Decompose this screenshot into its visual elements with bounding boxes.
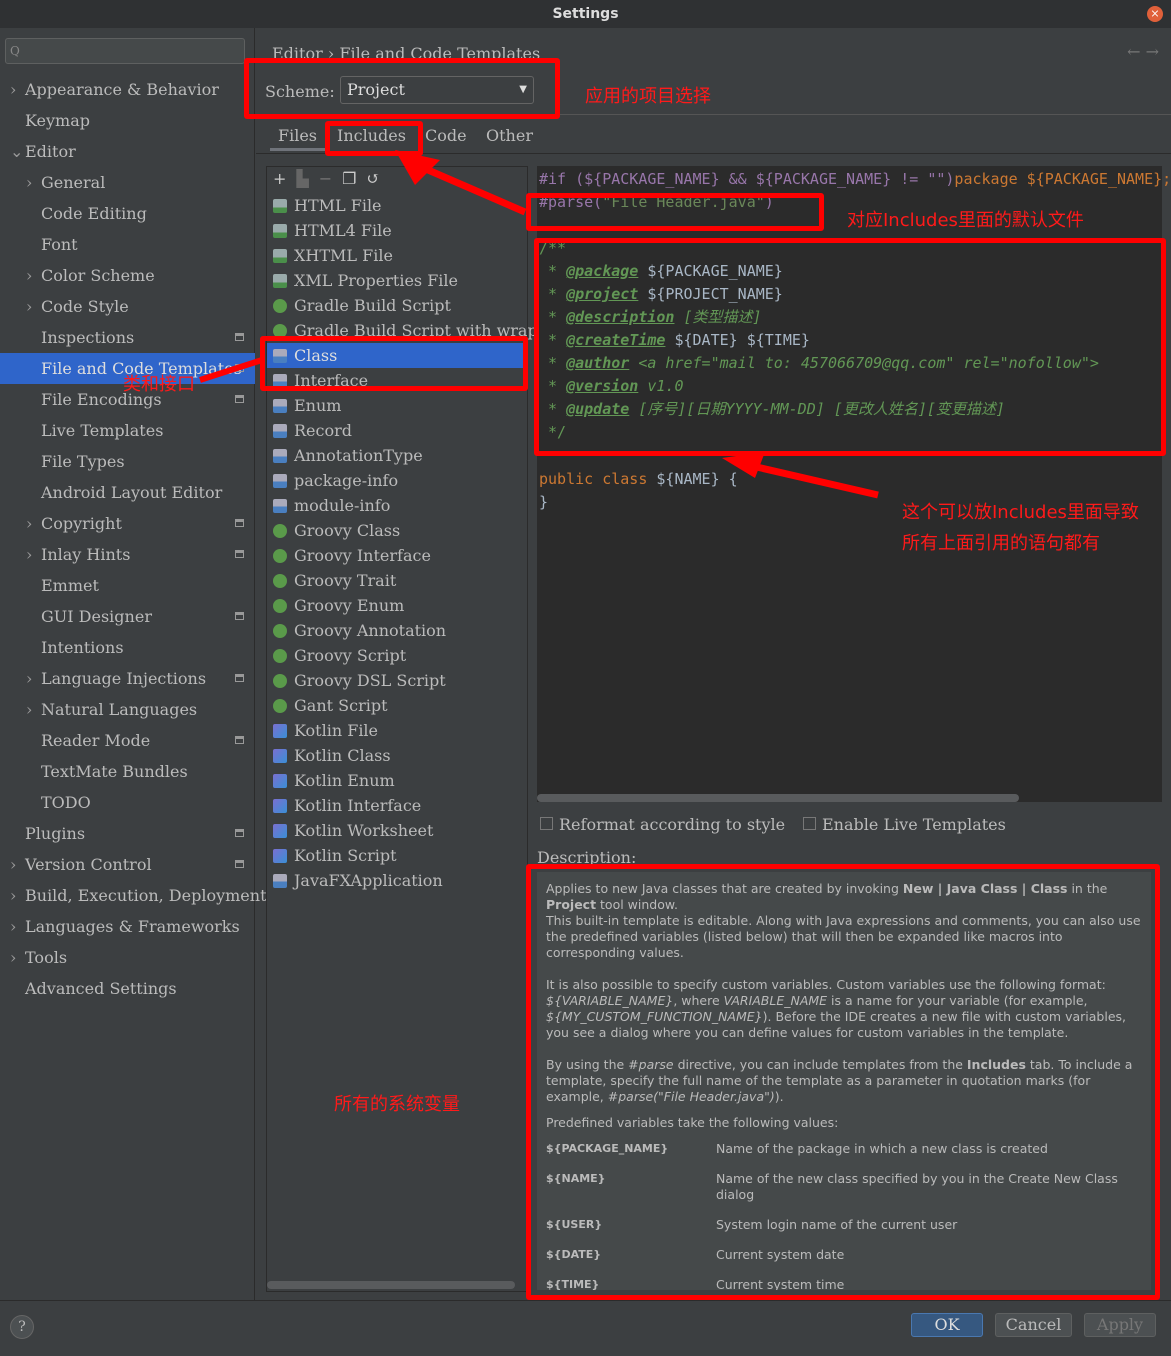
annotation-arrows	[199, 150, 879, 499]
